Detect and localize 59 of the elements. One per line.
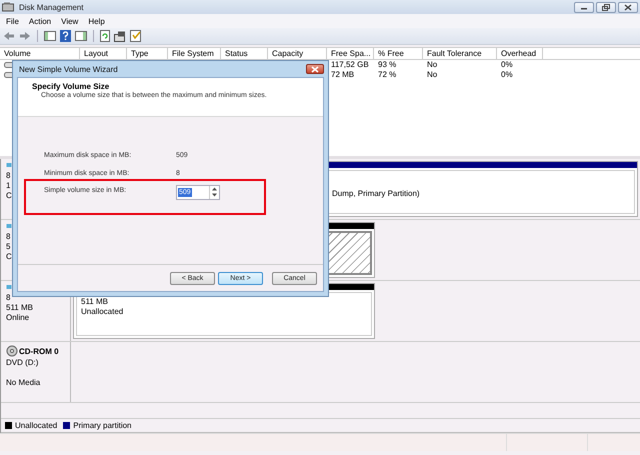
properties-icon[interactable] [114, 30, 126, 42]
menu-item[interactable]: View [61, 16, 78, 26]
help-icon[interactable] [60, 30, 71, 42]
disk-info-text: 1 [6, 181, 10, 191]
close-button[interactable] [618, 2, 638, 12]
column-header[interactable]: Overhead [497, 48, 543, 59]
column-header[interactable]: Volume [0, 48, 80, 59]
drive-type: DVD (D:) [6, 358, 38, 368]
table-cell-text: 72 MB [330, 70, 356, 80]
disk-info-text: Online [6, 313, 30, 323]
menu-item[interactable]: Help [88, 16, 105, 26]
column-header[interactable]: File System [168, 48, 221, 59]
minimize-button[interactable] [574, 2, 594, 12]
disk-name: CD-ROM 0 [19, 346, 59, 356]
partition-text: Unallocated [81, 307, 124, 317]
disk-info-text: 8 [6, 171, 10, 181]
close-button[interactable] [306, 64, 324, 74]
checklist-icon[interactable] [130, 30, 142, 42]
back-arrow-icon[interactable] [3, 31, 15, 41]
column-header[interactable]: Fault Tolerance [423, 48, 497, 59]
dialog-title: New Simple Volume Wizard [19, 64, 119, 74]
column-header[interactable]: Capacity [268, 48, 327, 59]
column-header[interactable]: Free Spa... [327, 48, 374, 59]
disk-info-text: 5 [6, 242, 10, 252]
menu-item[interactable]: Action [28, 16, 52, 26]
wizard-heading: Specify Volume Size [32, 82, 110, 91]
close-icon [311, 66, 319, 72]
table-cell-text: 72 % [377, 70, 398, 80]
table-cell-text: No [426, 60, 438, 70]
disk-info-text: C [6, 252, 12, 262]
disk-info-text: 8 [6, 232, 10, 242]
close-icon [624, 4, 632, 10]
refresh-icon[interactable] [100, 30, 110, 42]
legend-label: Unallocated [15, 421, 58, 430]
restore-icon [602, 4, 610, 10]
column-header[interactable]: Layout [80, 48, 127, 59]
partition-text: 511 MB [81, 297, 109, 307]
window-title: Disk Management [19, 2, 84, 12]
table-cell-text: 93 % [377, 60, 398, 70]
restore-button[interactable] [596, 2, 616, 12]
cd-drive-icon [6, 345, 18, 357]
table-cell-text: 0% [500, 70, 514, 80]
column-header[interactable]: Status [221, 48, 268, 59]
forward-arrow-icon[interactable] [19, 31, 31, 41]
legend-label: Primary partition [73, 421, 132, 430]
disk-info-text: C [6, 191, 12, 201]
action-pane-icon[interactable] [75, 31, 87, 41]
disk-info-text: 511 MB [6, 303, 33, 313]
menu-item[interactable]: File [6, 16, 19, 26]
table-cell-text: No [426, 70, 438, 80]
partition-text: Dump, Primary Partition) [332, 189, 421, 199]
table-cell-text: 0% [500, 60, 514, 70]
disk-info-text: 8 [6, 293, 10, 303]
column-header[interactable]: Type [127, 48, 168, 59]
console-tree-icon[interactable] [44, 31, 56, 41]
media-status: No Media [6, 378, 40, 388]
disk-label-panel[interactable]: CD-ROM 0 DVD (D:) No Media [1, 342, 71, 402]
column-header[interactable]: % Free [374, 48, 423, 59]
table-cell-text: 117,52 GB [330, 60, 370, 70]
